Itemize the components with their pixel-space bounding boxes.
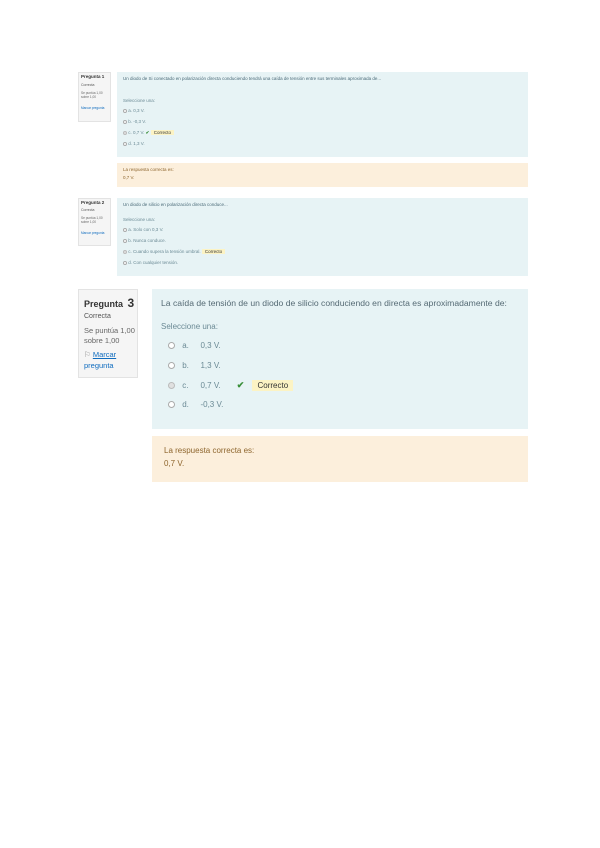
q3-correct-badge: Correcto bbox=[252, 380, 294, 391]
check-icon: ✔ bbox=[145, 130, 150, 135]
q1-select-label: Seleccione una: bbox=[123, 98, 156, 103]
q1-title: Pregunta 1 bbox=[81, 74, 105, 79]
q3-option-a-letter: a. bbox=[182, 341, 189, 350]
q3-option-b-letter: b. bbox=[182, 361, 189, 370]
q2-title: Pregunta 2 bbox=[81, 200, 105, 205]
q3-marks-line1: Se puntúa 1,00 bbox=[84, 326, 135, 335]
radio-icon[interactable] bbox=[168, 382, 175, 390]
q1-option-b-text: -0,3 V. bbox=[133, 119, 147, 124]
q3-content: La caída de tensión de un diodo de silic… bbox=[152, 289, 528, 429]
q3-option-c-letter: c. bbox=[182, 381, 189, 390]
q3-option-c-text: 0,7 V. bbox=[200, 381, 221, 390]
q3-flag-line2[interactable]: pregunta bbox=[84, 361, 114, 370]
q3-title-number: 3 bbox=[127, 296, 135, 310]
q1-option-a[interactable]: a. 0,3 V. bbox=[123, 108, 145, 113]
q1-correct-badge: Correcto bbox=[150, 130, 174, 135]
q2-option-a-text: Solo con 0,3 V. bbox=[133, 227, 164, 232]
q1-option-a-text: 0,3 V. bbox=[133, 108, 145, 113]
q2-option-b[interactable]: b. Nunca conduce. bbox=[123, 238, 166, 243]
q2-option-c[interactable]: c. Cuando supera la tensión umbral. Corr… bbox=[123, 249, 226, 254]
q2-info-panel: Pregunta 2 Correcta Se puntúa 1,00 sobre… bbox=[78, 198, 111, 246]
q2-option-a-letter: a. bbox=[128, 227, 133, 232]
q2-prompt: Un diodo de silicio en polarización dire… bbox=[123, 202, 228, 207]
q1-option-d[interactable]: d. 1,3 V. bbox=[123, 141, 145, 146]
q3-prompt: La caída de tensión de un diodo de silic… bbox=[161, 298, 507, 308]
radio-icon[interactable] bbox=[123, 141, 127, 146]
q2-option-d[interactable]: d. Con cualquier tensión. bbox=[123, 260, 178, 265]
q1-status: Correcta bbox=[81, 83, 95, 87]
q1-option-d-text: 1,3 V. bbox=[133, 141, 145, 146]
radio-icon[interactable] bbox=[123, 238, 127, 243]
q2-option-d-letter: d. bbox=[128, 260, 133, 265]
q1-feedback-value: 0,7 V. bbox=[123, 175, 135, 180]
check-icon: ✔ bbox=[236, 380, 245, 390]
q3-option-c[interactable]: c. 0,7 V. ✔ Correcto bbox=[168, 380, 294, 391]
radio-icon[interactable] bbox=[123, 227, 127, 232]
radio-icon[interactable] bbox=[168, 401, 175, 409]
q1-feedback-label: La respuesta correcta es: bbox=[123, 167, 174, 172]
q3-feedback-value: 0,7 V. bbox=[164, 459, 185, 468]
q1-prompt: Un diodo de Si conectado en polarización… bbox=[123, 76, 382, 81]
q3-feedback-label: La respuesta correcta es: bbox=[164, 446, 255, 455]
q1-marks: Se puntúa 1,00 sobre 1,00 bbox=[81, 91, 103, 99]
q2-content: Un diodo de silicio en polarización dire… bbox=[117, 198, 528, 276]
q3-status: Correcta bbox=[84, 313, 111, 320]
radio-icon[interactable] bbox=[123, 260, 127, 265]
radio-icon[interactable] bbox=[168, 342, 175, 350]
q2-correct-badge: Correcto bbox=[201, 249, 226, 254]
q1-option-c-text: 0,7 V. bbox=[133, 130, 145, 135]
q3-option-d[interactable]: d. -0,3 V. bbox=[168, 400, 223, 409]
q3-option-d-letter: d. bbox=[182, 400, 189, 409]
q3-select-label: Seleccione una: bbox=[161, 322, 218, 331]
q2-flag-link[interactable]: Marcar pregunta bbox=[81, 231, 110, 235]
q2-option-b-letter: b. bbox=[128, 238, 133, 243]
q3-flag-link[interactable]: ⚐ Marcar bbox=[84, 350, 116, 359]
q3-option-a-text: 0,3 V. bbox=[200, 341, 221, 350]
q2-marks: Se puntúa 1,00 sobre 1,00 bbox=[81, 216, 103, 224]
q3-flag-line1[interactable]: Marcar bbox=[93, 350, 116, 359]
q1-feedback: La respuesta correcta es: 0,7 V. bbox=[117, 163, 528, 187]
q2-status: Correcta bbox=[81, 208, 95, 212]
q1-flag-link[interactable]: Marcar pregunta bbox=[81, 106, 110, 110]
q2-option-b-text: Nunca conduce. bbox=[133, 238, 166, 243]
q1-option-b-letter: b. bbox=[128, 119, 133, 124]
q3-title-prefix: Pregunta bbox=[84, 299, 124, 309]
q3-option-b[interactable]: b. 1,3 V. bbox=[168, 361, 221, 370]
q3-option-d-text: -0,3 V. bbox=[200, 400, 224, 409]
q2-option-c-text: Cuando supera la tensión umbral. bbox=[133, 249, 201, 254]
q3-feedback: La respuesta correcta es: 0,7 V. bbox=[152, 436, 528, 482]
q3-info-panel: Pregunta 3 Correcta Se puntúa 1,00 sobre… bbox=[78, 289, 138, 378]
q2-option-a[interactable]: a. Solo con 0,3 V. bbox=[123, 227, 163, 232]
q1-option-c-letter: c. bbox=[128, 130, 132, 135]
q1-option-c[interactable]: c. 0,7 V. ✔ Correcto bbox=[123, 130, 174, 136]
q2-option-c-letter: c. bbox=[128, 249, 132, 254]
radio-icon[interactable] bbox=[123, 119, 127, 124]
q1-option-a-letter: a. bbox=[128, 108, 133, 113]
q1-option-d-letter: d. bbox=[128, 141, 133, 146]
q2-option-d-text: Con cualquier tensión. bbox=[133, 260, 179, 265]
radio-icon[interactable] bbox=[123, 108, 127, 113]
q3-title: Pregunta 3 bbox=[84, 294, 134, 312]
radio-icon[interactable] bbox=[123, 130, 127, 135]
q1-content: Un diodo de Si conectado en polarización… bbox=[117, 72, 528, 157]
flag-icon: ⚐ bbox=[84, 350, 91, 359]
q2-select-label: Seleccione una: bbox=[123, 217, 156, 222]
q3-option-a[interactable]: a. 0,3 V. bbox=[168, 341, 221, 350]
q1-info-panel: Pregunta 1 Correcta Se puntúa 1,00 sobre… bbox=[78, 72, 111, 122]
q3-marks-line2: sobre 1,00 bbox=[84, 336, 120, 345]
radio-icon[interactable] bbox=[123, 249, 127, 254]
q1-option-b[interactable]: b. -0,3 V. bbox=[123, 119, 146, 124]
radio-icon[interactable] bbox=[168, 362, 175, 370]
q3-option-b-text: 1,3 V. bbox=[200, 361, 221, 370]
